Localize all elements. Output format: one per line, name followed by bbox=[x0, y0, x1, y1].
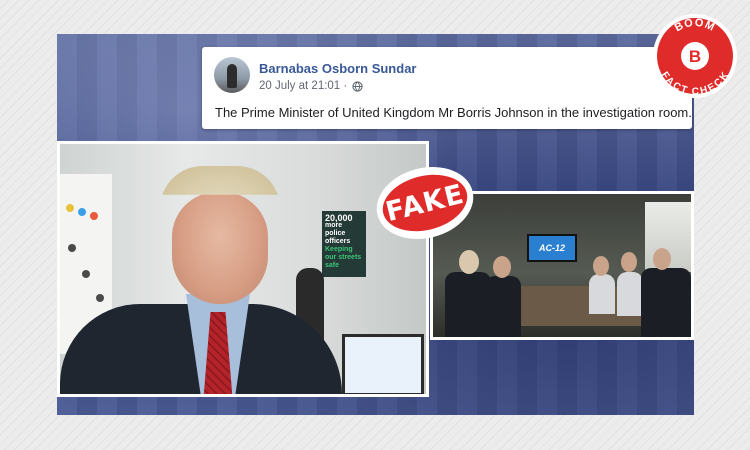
boom-fact-check-logo: BOOM FACT CHECK B bbox=[653, 14, 737, 98]
post-text: The Prime Minister of United Kingdom Mr … bbox=[215, 105, 692, 120]
avatar[interactable] bbox=[214, 57, 250, 93]
globe-icon bbox=[352, 80, 363, 92]
avatar-person bbox=[227, 64, 237, 88]
person-head bbox=[493, 256, 511, 278]
poster-line: our streets bbox=[325, 254, 362, 261]
poster-line: safe bbox=[325, 262, 340, 269]
facebook-post: Barnabas Osborn Sundar 20 July at 21:01 … bbox=[202, 47, 692, 129]
badge-logo-letter: B bbox=[689, 47, 701, 66]
wall-screen: AC-12 bbox=[527, 234, 577, 262]
person-head bbox=[593, 256, 609, 276]
poster-line: more police bbox=[325, 222, 346, 237]
post-meta: 20 July at 21:01 · bbox=[259, 80, 363, 92]
person-head bbox=[653, 248, 671, 270]
person-figure bbox=[485, 276, 521, 337]
post-author[interactable]: Barnabas Osborn Sundar bbox=[259, 61, 416, 76]
police-poster: 20,000 more police officers Keeping our … bbox=[322, 211, 366, 277]
screen-text: AC-12 bbox=[538, 243, 565, 253]
face bbox=[172, 192, 268, 304]
person-figure bbox=[641, 268, 691, 337]
person-head bbox=[459, 250, 479, 274]
computer-monitor bbox=[342, 334, 424, 394]
person-figure bbox=[589, 274, 615, 314]
person-figure bbox=[617, 272, 643, 316]
poster-line: 20,000 bbox=[325, 213, 353, 223]
poster-line: Keeping bbox=[325, 246, 353, 253]
poster-line: officers bbox=[325, 238, 351, 245]
person-head bbox=[621, 252, 637, 272]
post-timestamp[interactable]: 20 July at 21:01 · bbox=[259, 80, 347, 92]
